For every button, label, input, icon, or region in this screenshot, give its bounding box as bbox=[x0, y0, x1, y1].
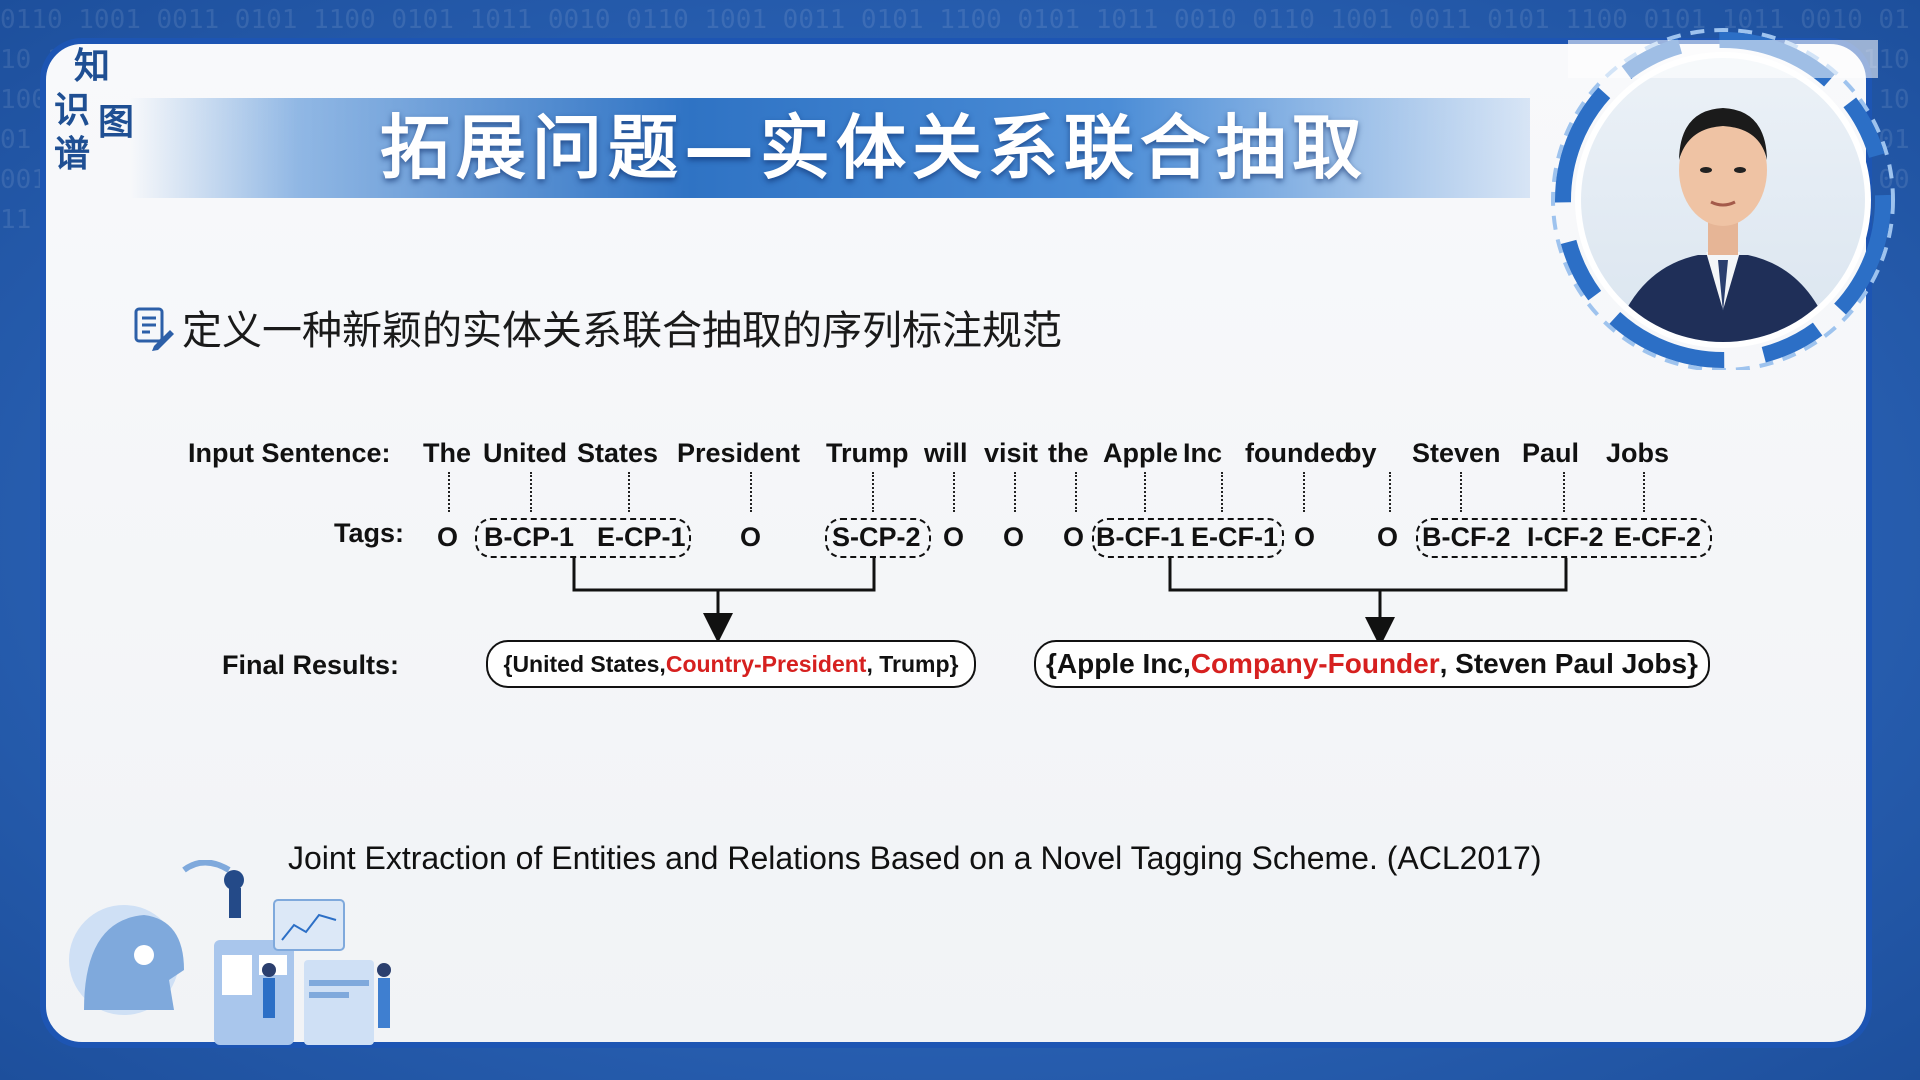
result-relation: Company-Founder bbox=[1190, 648, 1440, 679]
decorative-illustration bbox=[44, 859, 404, 1050]
result-relation: Country-President bbox=[665, 650, 867, 677]
result-entity-pair-open: {United States, bbox=[503, 650, 666, 677]
bracket-right bbox=[1168, 558, 1568, 647]
result-triple-2: {Apple Inc, Company-Founder, Steven Paul… bbox=[1034, 640, 1710, 688]
result-entity-pair-open: {Apple Inc, bbox=[1046, 648, 1191, 679]
result-entity-pair-close: , Trump} bbox=[866, 650, 959, 677]
result-triple-1: {United States, Country-President, Trump… bbox=[486, 640, 976, 688]
bracket-left bbox=[572, 558, 876, 643]
citation: Joint Extraction of Entities and Relatio… bbox=[288, 840, 1542, 876]
result-entity-pair-close: , Steven Paul Jobs} bbox=[1439, 648, 1698, 679]
